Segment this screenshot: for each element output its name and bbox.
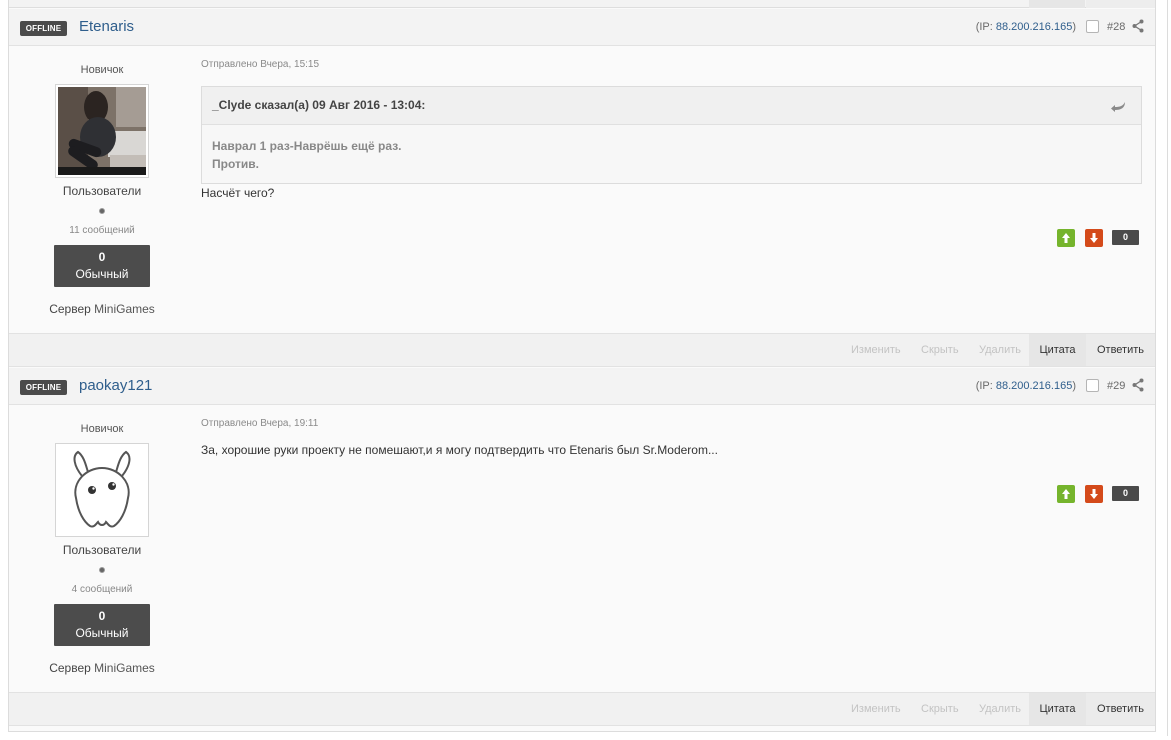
author-link[interactable]: Etenaris [79, 18, 134, 35]
forum-post: OFFLINE Etenaris (IP: 88.200.216.165) #2… [9, 9, 1155, 368]
reputation-box: 0 Обычный [54, 604, 150, 646]
edit-button[interactable]: Изменить [851, 693, 901, 725]
server-name: MiniGames [94, 661, 155, 675]
avatar[interactable] [55, 84, 149, 178]
quote-block: _Clyde сказал(а) 09 Авг 2016 - 13:04: На… [201, 86, 1142, 184]
post-body-text: Насчёт чего? [201, 186, 275, 200]
post-header: OFFLINE Etenaris (IP: 88.200.216.165) #2… [9, 9, 1155, 46]
previous-reply-button-edge[interactable] [1086, 0, 1155, 8]
delete-button[interactable]: Удалить [979, 334, 1021, 366]
quote-line: Наврал 1 раз-Наврёшь ещё раз. [212, 139, 402, 153]
quote-body: Наврал 1 раз-Наврёшь ещё раз. Против. [202, 125, 1141, 185]
user-photo [58, 87, 146, 175]
ip-prefix: (IP: [975, 380, 996, 392]
ip-suffix: ) [1072, 21, 1076, 33]
post-body-text: За, хорошие руки проекту не помешают,и я… [201, 443, 718, 457]
ip-link[interactable]: 88.200.216.165 [996, 380, 1072, 392]
author-link[interactable]: paokay121 [79, 377, 152, 394]
post-actions-bar: Изменить Скрыть Удалить Цитата Ответить [9, 333, 1155, 367]
vote-up-button[interactable] [1057, 485, 1075, 503]
post-number-link[interactable]: #29 [1107, 380, 1125, 392]
hide-button[interactable]: Скрыть [921, 334, 959, 366]
reply-button[interactable]: Ответить [1086, 334, 1155, 366]
vote-down-button[interactable] [1085, 485, 1103, 503]
post-reputation-count: 0 [1112, 230, 1139, 245]
quote-line: Против. [212, 157, 259, 171]
quote-arrow-icon[interactable] [1111, 99, 1127, 113]
arrow-up-icon [1062, 489, 1070, 499]
select-post-checkbox[interactable] [1086, 379, 1099, 392]
user-rank: Новичок [80, 64, 124, 76]
message-count: 11 сообщений [69, 225, 135, 236]
status-badge: OFFLINE [20, 380, 67, 395]
server-prefix: Сервер [49, 661, 95, 675]
avatar[interactable] [55, 443, 149, 537]
status-badge: OFFLINE [20, 21, 67, 36]
page-edge-line [1167, 0, 1168, 736]
reputation-label: Обычный [75, 626, 129, 640]
quote-header: _Clyde сказал(а) 09 Авг 2016 - 13:04: [202, 87, 1141, 125]
share-icon[interactable] [1132, 19, 1144, 33]
user-group: Пользователи [62, 543, 142, 557]
ip-prefix: (IP: [975, 21, 996, 33]
posts-container: OFFLINE Etenaris (IP: 88.200.216.165) #2… [8, 0, 1156, 732]
user-server: Сервер MiniGames [9, 302, 195, 316]
post-reputation-count: 0 [1112, 486, 1139, 501]
message-count: 4 сообщений [71, 584, 133, 595]
quote-button[interactable]: Цитата [1029, 334, 1086, 366]
user-rank: Новичок [80, 423, 124, 435]
online-indicator-dot [99, 567, 105, 573]
reputation-label: Обычный [75, 267, 129, 281]
quote-citation: _Clyde сказал(а) 09 Авг 2016 - 13:04: [212, 98, 426, 112]
previous-post-footer [9, 0, 1155, 8]
reputation-value: 0 [98, 609, 106, 623]
forum-post: OFFLINE paokay121 (IP: 88.200.216.165) #… [9, 368, 1155, 727]
hide-button[interactable]: Скрыть [921, 693, 959, 725]
server-name: MiniGames [94, 302, 155, 316]
user-group: Пользователи [62, 184, 142, 198]
edit-button[interactable]: Изменить [851, 334, 901, 366]
reply-button[interactable]: Ответить [1086, 693, 1155, 725]
ip-link[interactable]: 88.200.216.165 [996, 21, 1072, 33]
post-number-link[interactable]: #28 [1107, 21, 1125, 33]
posted-date: Отправлено Вчера, 15:15 [201, 59, 320, 70]
online-indicator-dot [99, 208, 105, 214]
vote-up-button[interactable] [1057, 229, 1075, 247]
reputation-value: 0 [98, 250, 106, 264]
previous-quote-button-edge[interactable] [1029, 0, 1085, 8]
quote-button[interactable]: Цитата [1029, 693, 1086, 725]
arrow-down-icon [1090, 233, 1098, 243]
arrow-up-icon [1062, 233, 1070, 243]
post-actions-bar: Изменить Скрыть Удалить Цитата Ответить [9, 692, 1155, 726]
share-icon[interactable] [1132, 378, 1144, 392]
posted-date: Отправлено Вчера, 19:11 [201, 418, 319, 429]
ip-suffix: ) [1072, 380, 1076, 392]
arrow-down-icon [1090, 489, 1098, 499]
user-server: Сервер MiniGames [9, 661, 195, 675]
select-post-checkbox[interactable] [1086, 20, 1099, 33]
default-avatar-icon [58, 446, 146, 534]
vote-down-button[interactable] [1085, 229, 1103, 247]
ip-info: (IP: 88.200.216.165) [976, 380, 1076, 392]
delete-button[interactable]: Удалить [979, 693, 1021, 725]
server-prefix: Сервер [49, 302, 95, 316]
ip-info: (IP: 88.200.216.165) [976, 21, 1076, 33]
post-header: OFFLINE paokay121 (IP: 88.200.216.165) #… [9, 368, 1155, 405]
reputation-box: 0 Обычный [54, 245, 150, 287]
